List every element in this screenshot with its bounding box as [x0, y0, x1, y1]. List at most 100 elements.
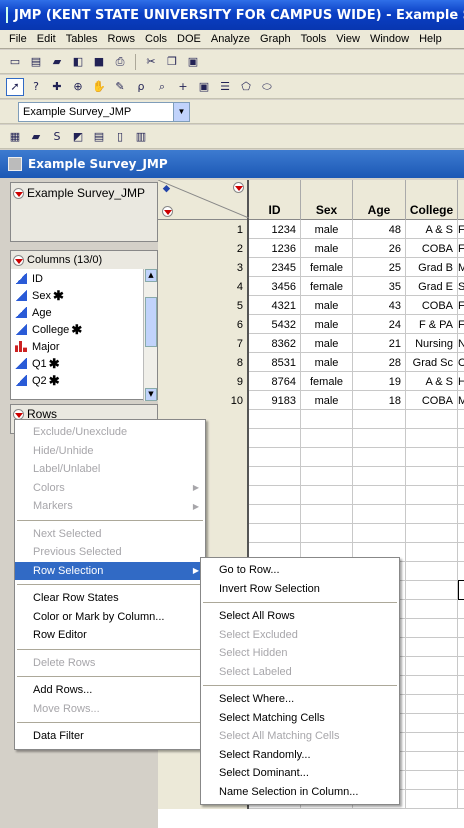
brush-tool-icon[interactable]: ✎: [111, 78, 129, 96]
cell-sex[interactable]: [301, 524, 353, 543]
table-menu-icon[interactable]: [13, 187, 24, 199]
cell-id[interactable]: 5432: [249, 315, 301, 334]
submenu-item-select-all-rows[interactable]: Select All Rows: [201, 607, 399, 626]
cell-college[interactable]: Grad Sc: [406, 353, 458, 372]
cell-college[interactable]: [406, 429, 458, 448]
cell-age[interactable]: [353, 524, 406, 543]
columns-header[interactable]: Columns (13/0): [11, 251, 157, 269]
cell-id[interactable]: 8362: [249, 334, 301, 353]
cell-college[interactable]: [406, 638, 458, 657]
column-item[interactable]: ID: [11, 270, 157, 287]
new-file-icon[interactable]: ▭: [6, 53, 24, 71]
scroll-up-icon[interactable]: ▲: [145, 269, 157, 282]
cell-age[interactable]: 18: [353, 391, 406, 410]
table-row[interactable]: 32345female25Grad BM: [158, 258, 464, 277]
row-header-menu-icon[interactable]: [162, 206, 173, 217]
menu-item-clear-row-states[interactable]: Clear Row States: [15, 589, 205, 608]
submenu-item-select-where[interactable]: Select Where...: [201, 690, 399, 709]
cell-next-column[interactable]: S: [458, 277, 464, 296]
cell-sex[interactable]: [301, 448, 353, 467]
cell-next-column[interactable]: [458, 486, 464, 505]
data-table-icon[interactable]: ▦: [6, 128, 24, 146]
cell-college[interactable]: [406, 600, 458, 619]
menu-item-row-editor[interactable]: Row Editor: [15, 626, 205, 645]
table-row[interactable]: 88531male28Grad ScC: [158, 353, 464, 372]
help-tool-icon[interactable]: ?: [27, 78, 45, 96]
menu-window[interactable]: Window: [365, 33, 414, 45]
cell-sex[interactable]: male: [301, 391, 353, 410]
report-icon[interactable]: ▤: [90, 128, 108, 146]
cell-college[interactable]: Grad E: [406, 277, 458, 296]
copy-icon[interactable]: ❐: [163, 53, 181, 71]
submenu-item-name-selection-in-column[interactable]: Name Selection in Column...: [201, 783, 399, 802]
cell-next-column[interactable]: [458, 448, 464, 467]
cell-id[interactable]: [249, 486, 301, 505]
script-icon[interactable]: S: [48, 128, 66, 146]
cell-sex[interactable]: [301, 410, 353, 429]
menu-doe[interactable]: DOE: [172, 33, 206, 45]
cell-college[interactable]: [406, 486, 458, 505]
column-header-id[interactable]: ID: [249, 180, 301, 220]
cell-age[interactable]: 43: [353, 296, 406, 315]
cell-college[interactable]: [406, 619, 458, 638]
row-number[interactable]: 3: [158, 258, 249, 277]
cell-age[interactable]: [353, 448, 406, 467]
cell-college[interactable]: A & S: [406, 220, 458, 239]
cell-college[interactable]: [406, 733, 458, 752]
cell-next-column[interactable]: [458, 695, 464, 714]
cell-sex[interactable]: male: [301, 239, 353, 258]
submenu-item-select-matching-cells[interactable]: Select Matching Cells: [201, 709, 399, 728]
menu-tools[interactable]: Tools: [296, 33, 332, 45]
document-icon[interactable]: ▯: [111, 128, 129, 146]
table-row[interactable]: 65432male24F & PAF: [158, 315, 464, 334]
cell-id[interactable]: 4321: [249, 296, 301, 315]
window-title-bar[interactable]: JMP (KENT STATE UNIVERSITY FOR CAMPUS WI…: [0, 0, 464, 30]
submenu-item-select-dominant[interactable]: Select Dominant...: [201, 764, 399, 783]
crosshairs-plus-icon[interactable]: +: [174, 78, 192, 96]
cell-id[interactable]: 3456: [249, 277, 301, 296]
annotate-tool-icon[interactable]: ▣: [195, 78, 213, 96]
lasso-tool-icon[interactable]: ρ: [132, 78, 150, 96]
chevron-down-icon[interactable]: ▼: [173, 102, 189, 121]
selection-tool-icon[interactable]: ✚: [48, 78, 66, 96]
cell-age[interactable]: 26: [353, 239, 406, 258]
cell-college[interactable]: [406, 657, 458, 676]
cell-next-column[interactable]: F: [458, 296, 464, 315]
scroll-down-icon[interactable]: ▼: [145, 388, 157, 401]
row-number[interactable]: 8: [158, 353, 249, 372]
cell-college[interactable]: Nursing: [406, 334, 458, 353]
cell-next-column[interactable]: M: [458, 391, 464, 410]
table-row[interactable]: 98764female19A & SH: [158, 372, 464, 391]
cell-next-column[interactable]: H: [458, 372, 464, 391]
cell-next-column[interactable]: [458, 790, 464, 809]
cell-id[interactable]: 2345: [249, 258, 301, 277]
cell-sex[interactable]: female: [301, 277, 353, 296]
cell-id[interactable]: [249, 410, 301, 429]
row-number[interactable]: 4: [158, 277, 249, 296]
columns-menu-icon[interactable]: [13, 254, 24, 266]
menu-rows[interactable]: Rows: [103, 33, 141, 45]
cell-next-column[interactable]: [458, 714, 464, 733]
cell-college[interactable]: [406, 467, 458, 486]
magnifier-tool-icon[interactable]: ⌕: [153, 78, 171, 96]
cell-age[interactable]: [353, 429, 406, 448]
cell-next-column[interactable]: [458, 524, 464, 543]
cell-next-column[interactable]: [458, 543, 464, 562]
cell-id[interactable]: 1236: [249, 239, 301, 258]
cell-college[interactable]: [406, 752, 458, 771]
column-item[interactable]: Q1 ✱: [11, 355, 157, 372]
cell-sex[interactable]: female: [301, 258, 353, 277]
cell-next-column[interactable]: [458, 752, 464, 771]
oval-tool-icon[interactable]: ⬭: [258, 78, 276, 96]
column-header-college[interactable]: College: [406, 180, 458, 220]
row-number[interactable]: 9: [158, 372, 249, 391]
cell-next-column[interactable]: [458, 657, 464, 676]
cell-next-column[interactable]: [458, 505, 464, 524]
column-item[interactable]: Q2 ✱: [11, 372, 157, 389]
cell-id[interactable]: 1234: [249, 220, 301, 239]
column-item[interactable]: College ✱: [11, 321, 157, 338]
cell-college[interactable]: [406, 581, 458, 600]
cell-college[interactable]: [406, 410, 458, 429]
data-window-title-bar[interactable]: Example Survey_JMP: [0, 150, 464, 178]
menu-item-row-selection[interactable]: Row Selection ▶: [15, 561, 205, 580]
